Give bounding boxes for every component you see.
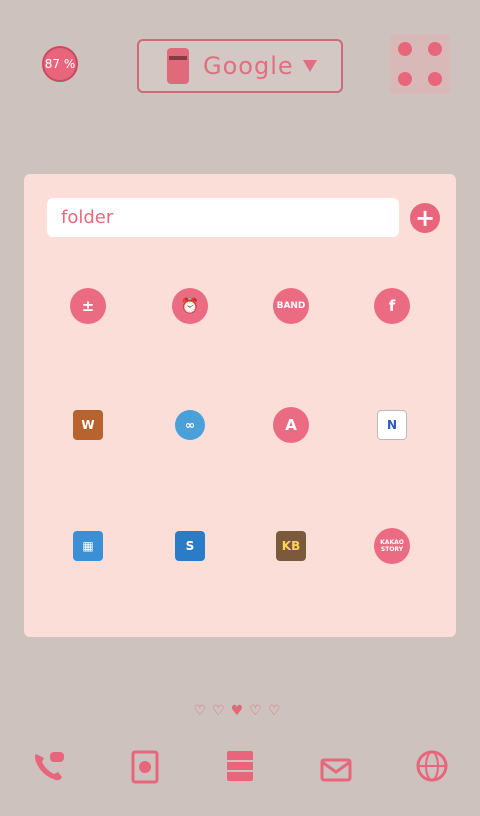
mini-app-icon — [398, 72, 412, 86]
contacts-icon — [131, 750, 159, 784]
naver-app[interactable]: N — [374, 407, 410, 443]
folder-name: folder — [61, 207, 114, 228]
dock-phone[interactable] — [30, 748, 66, 784]
kb-bank-icon: KB — [276, 531, 306, 561]
alarm-clock-icon: ⏰ — [172, 288, 208, 324]
google-label: Google — [203, 52, 294, 80]
mini-folder-widget[interactable] — [390, 34, 450, 94]
mini-app-icon — [428, 42, 442, 56]
page-indicator: ♡♡♥♡♡ — [193, 703, 287, 719]
go-launcher-app[interactable]: ∞ — [172, 407, 208, 443]
alarm-app[interactable]: ⏰ — [172, 288, 208, 324]
dock-mail[interactable] — [318, 748, 354, 784]
phone-icon — [167, 48, 189, 84]
battery-label: 87 % — [44, 57, 76, 71]
kakao-story-icon: KAKAO STORY — [374, 528, 410, 564]
battery-widget[interactable]: 87 % — [42, 46, 78, 82]
multi-app-icon: ▦ — [73, 531, 103, 561]
globe-icon — [416, 750, 448, 782]
mini-app-icon — [428, 72, 442, 86]
s-app[interactable]: S — [172, 528, 208, 564]
dropdown-arrow-icon — [303, 60, 317, 72]
wallet-icon: W — [73, 410, 103, 440]
dock-drawer[interactable] — [222, 748, 258, 784]
s-app-icon: S — [175, 531, 205, 561]
top-widget-bar: 87 % Google — [0, 0, 480, 110]
kakao-story-app[interactable]: KAKAO STORY — [374, 528, 410, 564]
mini-app-icon — [398, 42, 412, 56]
a-app[interactable]: A — [273, 407, 309, 443]
multi-app[interactable]: ▦ — [70, 528, 106, 564]
mail-icon — [320, 758, 352, 782]
dock-browser[interactable] — [414, 748, 450, 784]
facebook-icon: f — [374, 288, 410, 324]
folder-panel: folder + ± ⏰ BAND f W ∞ A N ▦ S KB KAKAO… — [24, 174, 456, 637]
google-search-widget[interactable]: Google — [137, 39, 343, 93]
band-app[interactable]: BAND — [273, 288, 309, 324]
calculator-icon: ± — [70, 288, 106, 324]
kb-bank-app[interactable]: KB — [273, 528, 309, 564]
phone-icon — [35, 752, 64, 781]
calculator-app[interactable]: ± — [70, 288, 106, 324]
wallet-app[interactable]: W — [70, 407, 106, 443]
go-launcher-icon: ∞ — [175, 410, 205, 440]
dock-contacts[interactable] — [127, 748, 163, 784]
a-app-icon: A — [273, 407, 309, 443]
band-icon: BAND — [273, 288, 309, 324]
drawer-icon — [227, 751, 253, 781]
folder-name-field[interactable]: folder — [47, 198, 399, 237]
facebook-app[interactable]: f — [374, 288, 410, 324]
add-app-button[interactable]: + — [410, 203, 440, 233]
naver-icon: N — [377, 410, 407, 440]
